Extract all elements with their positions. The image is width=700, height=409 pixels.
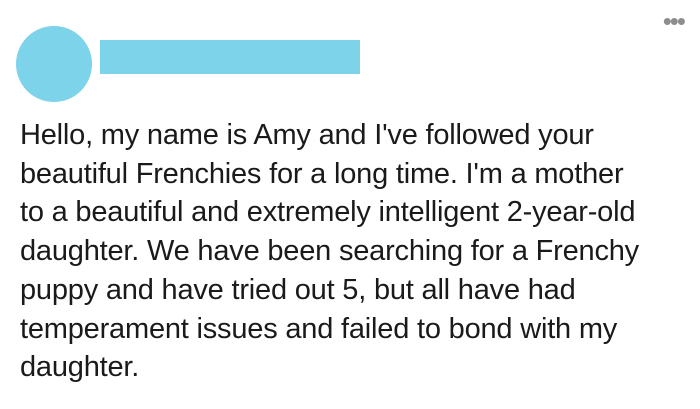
post-text-line: Hello, my name is Amy and I've followed … — [20, 119, 594, 151]
post-text-line: daughter. We have been searching for a F… — [20, 235, 639, 268]
author-name-redacted[interactable] — [100, 40, 360, 74]
post-text-line: daughter. — [20, 351, 140, 384]
post-text: Hello, my name is Amy and I've followed … — [20, 116, 680, 387]
author-avatar[interactable] — [16, 26, 92, 102]
post-text-line: puppy and have tried out 5, but all have… — [20, 273, 576, 306]
post-text-line: beautiful Frenchies for a long time. I'm… — [20, 157, 624, 190]
post-text-line: to a beautiful and extremely intelligent… — [20, 196, 636, 229]
more-options-icon[interactable]: ••• — [663, 8, 686, 34]
post-text-line: temperament issues and failed to bond wi… — [20, 312, 618, 345]
